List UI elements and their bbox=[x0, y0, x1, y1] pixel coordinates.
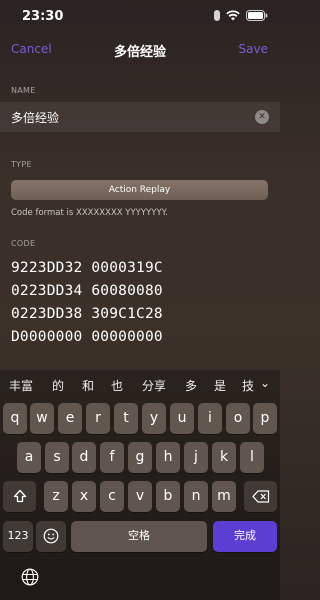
key-l[interactable]: l bbox=[240, 442, 264, 473]
shift-icon bbox=[13, 489, 26, 503]
key-a[interactable]: a bbox=[17, 442, 41, 473]
emoji-key[interactable] bbox=[36, 521, 66, 552]
code-text-area[interactable]: 9223DD32 0000319C 0223DD34 60080080 0223… bbox=[0, 253, 280, 371]
key-y[interactable]: y bbox=[142, 403, 166, 434]
code-line: 9223DD32 0000319C bbox=[11, 260, 163, 276]
candidate-item[interactable]: 和 bbox=[82, 377, 94, 394]
key-q[interactable]: q bbox=[3, 403, 27, 434]
delete-key[interactable] bbox=[244, 481, 277, 512]
key-c[interactable]: c bbox=[100, 481, 124, 512]
key-e[interactable]: e bbox=[58, 403, 82, 434]
candidate-item[interactable]: 的 bbox=[52, 377, 64, 394]
navigation-bar: Cancel 多倍经验 Save bbox=[0, 36, 280, 64]
done-key[interactable]: 完成 bbox=[213, 521, 277, 552]
key-b[interactable]: b bbox=[156, 481, 180, 512]
status-bar: 23:30 bbox=[0, 0, 280, 34]
type-selector-button[interactable]: Action Replay bbox=[11, 180, 268, 200]
code-line: 0223DD34 60080080 bbox=[11, 283, 163, 299]
type-label: TYPE bbox=[11, 160, 32, 169]
key-u[interactable]: u bbox=[170, 403, 194, 434]
code-line: D0000000 00000000 bbox=[11, 329, 163, 345]
space-key[interactable]: 空格 bbox=[71, 521, 207, 552]
keyboard: 丰富 的 和 也 分享 多 是 技 ⌄ q w e r t y u i o p … bbox=[0, 370, 280, 600]
status-time: 23:30 bbox=[22, 9, 64, 24]
candidate-bar: 丰富 的 和 也 分享 多 是 技 ⌄ bbox=[0, 370, 280, 400]
key-h[interactable]: h bbox=[156, 442, 180, 473]
candidate-item[interactable]: 也 bbox=[111, 377, 123, 394]
key-t[interactable]: t bbox=[114, 403, 138, 434]
key-i[interactable]: i bbox=[198, 403, 222, 434]
key-s[interactable]: s bbox=[45, 442, 69, 473]
candidate-item[interactable]: 技 bbox=[242, 377, 254, 394]
key-f[interactable]: f bbox=[100, 442, 124, 473]
recording-indicator-icon bbox=[214, 10, 220, 21]
battery-icon bbox=[246, 10, 268, 21]
key-r[interactable]: r bbox=[86, 403, 110, 434]
key-z[interactable]: z bbox=[44, 481, 68, 512]
candidate-item[interactable]: 多 bbox=[185, 377, 197, 394]
name-label: NAME bbox=[11, 86, 36, 95]
status-icons bbox=[214, 10, 268, 21]
key-j[interactable]: j bbox=[184, 442, 208, 473]
key-o[interactable]: o bbox=[226, 403, 250, 434]
key-n[interactable]: n bbox=[184, 481, 208, 512]
collapse-icon[interactable]: ⌄ bbox=[260, 376, 270, 390]
key-w[interactable]: w bbox=[30, 403, 54, 434]
key-d[interactable]: d bbox=[72, 442, 96, 473]
candidate-item[interactable]: 是 bbox=[214, 377, 226, 394]
delete-icon bbox=[251, 490, 269, 503]
name-input-value[interactable]: 多倍经验 bbox=[11, 109, 59, 126]
candidate-item[interactable]: 丰富 bbox=[9, 377, 33, 394]
code-format-note: Code format is XXXXXXXX YYYYYYYY. bbox=[11, 208, 168, 218]
numbers-key[interactable]: 123 bbox=[3, 521, 33, 552]
key-m[interactable]: m bbox=[212, 481, 236, 512]
save-button[interactable]: Save bbox=[239, 42, 268, 56]
code-label: CODE bbox=[11, 239, 36, 248]
shift-key[interactable] bbox=[3, 481, 36, 512]
wifi-icon bbox=[226, 10, 240, 21]
key-x[interactable]: x bbox=[72, 481, 96, 512]
candidate-item[interactable]: 分享 bbox=[142, 377, 166, 394]
globe-icon[interactable] bbox=[21, 568, 39, 586]
name-field[interactable]: 多倍经验 ✕ bbox=[0, 102, 280, 132]
key-g[interactable]: g bbox=[128, 442, 152, 473]
key-v[interactable]: v bbox=[128, 481, 152, 512]
emoji-icon bbox=[43, 528, 59, 544]
key-k[interactable]: k bbox=[212, 442, 236, 473]
key-p[interactable]: p bbox=[253, 403, 277, 434]
code-line: 0223DD38 309C1C28 bbox=[11, 306, 163, 322]
clear-icon[interactable]: ✕ bbox=[255, 110, 269, 124]
type-value: Action Replay bbox=[108, 185, 171, 195]
